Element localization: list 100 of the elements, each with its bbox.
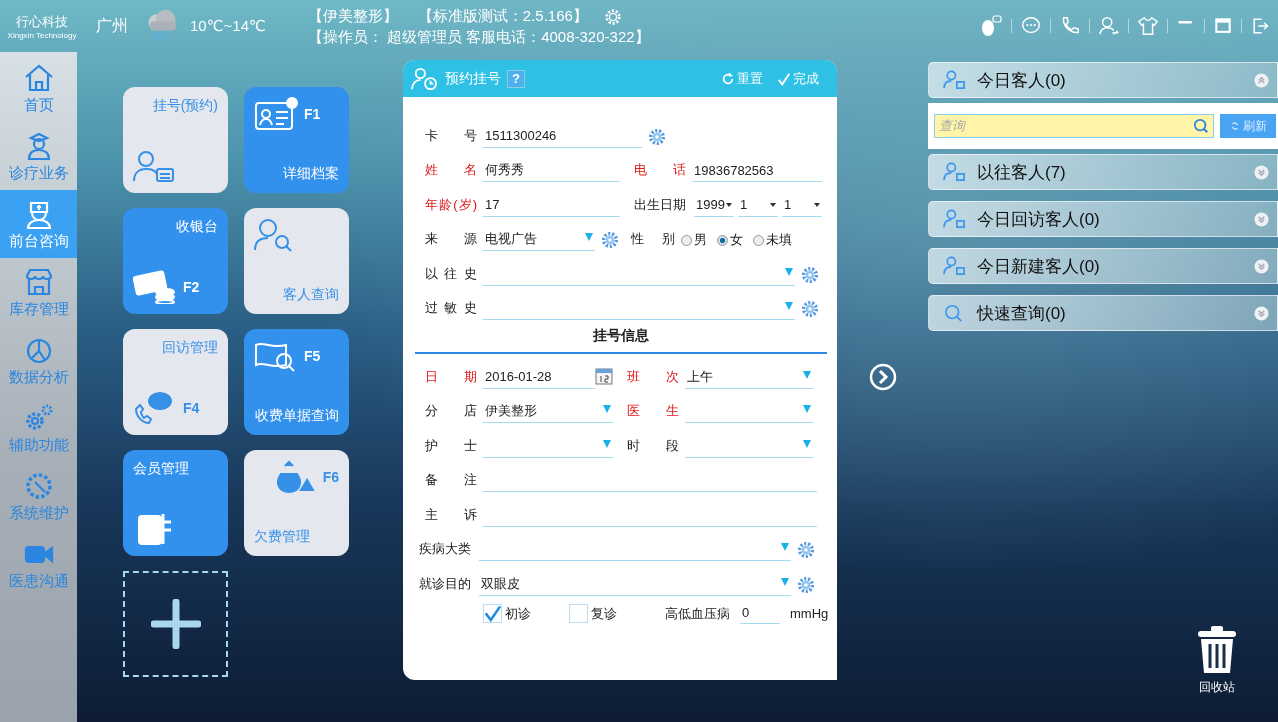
field-label: 疾病大类 xyxy=(419,540,472,558)
version-label: 【标准版测试：2.5.166】 xyxy=(417,7,588,26)
operator-label: 【操作员： 超级管理员 客服电话：4008-320-322】 xyxy=(307,28,650,47)
gender-radio[interactable]: 未填 xyxy=(753,231,792,251)
purpose-dropdown[interactable]: 双眼皮 xyxy=(479,574,791,596)
temperature-label: 10℃~14℃ xyxy=(190,17,266,35)
caret-icon xyxy=(770,202,776,207)
unit-label: mmHg xyxy=(790,606,829,621)
input-field[interactable]: 17 xyxy=(483,195,620,217)
disease-category-dropdown[interactable] xyxy=(479,540,791,561)
field-label: 医 生 xyxy=(627,402,679,420)
user-sync-icon[interactable] xyxy=(1098,15,1120,37)
blood-pressure-field[interactable]: 0 xyxy=(740,603,780,624)
chevron-icon xyxy=(1254,164,1269,180)
caret-icon xyxy=(785,302,793,310)
check-icon xyxy=(484,605,501,623)
caret-icon xyxy=(603,439,611,448)
refresh-icon xyxy=(721,71,735,86)
maximize-icon[interactable] xyxy=(1213,16,1233,36)
field-label: 卡 号 xyxy=(425,126,477,145)
form-title: 预约挂号 xyxy=(445,69,501,88)
month-dropdown[interactable]: 1 xyxy=(738,195,778,217)
tile-icon xyxy=(133,270,177,304)
field-label: 姓 名 xyxy=(425,161,477,179)
shirt-icon[interactable] xyxy=(1137,15,1159,37)
visit-type-checkbox[interactable]: 复诊 xyxy=(569,604,617,623)
field-label: 性 别 xyxy=(631,230,675,248)
penguin-chat-icon[interactable] xyxy=(979,14,1003,38)
field-label: 年龄(岁) xyxy=(425,195,477,214)
chevron-icon xyxy=(1254,258,1269,274)
caret-icon xyxy=(803,439,811,448)
field-label: 主 诉 xyxy=(425,505,477,524)
user-icon xyxy=(943,70,967,90)
section-title: 挂号信息 xyxy=(415,320,827,354)
exit-icon[interactable] xyxy=(1250,16,1270,36)
caret-icon xyxy=(814,202,820,207)
field-label: 高低血压病 xyxy=(665,604,730,623)
settings-icon[interactable] xyxy=(601,231,619,249)
search-icon[interactable] xyxy=(1193,118,1209,134)
settings-icon[interactable] xyxy=(648,127,666,146)
field-label: 电 话 xyxy=(634,161,686,179)
shift-dropdown[interactable]: 上午 xyxy=(685,367,813,389)
visit-type-checkbox[interactable]: 初诊 xyxy=(483,604,531,623)
check-icon xyxy=(777,71,791,86)
city-label: 广州 xyxy=(96,15,128,36)
user-icon xyxy=(943,209,967,229)
caret-icon xyxy=(785,267,793,276)
branch-dropdown[interactable]: 伊美整形 xyxy=(483,402,613,423)
user-icon xyxy=(943,162,967,182)
settings-icon[interactable] xyxy=(603,7,622,26)
caret-icon xyxy=(585,233,593,241)
caret-icon xyxy=(781,577,789,586)
field-label: 以 往 史 xyxy=(425,264,477,283)
customer-section-header[interactable]: 以往客人(7) xyxy=(928,154,1278,190)
customer-section-header[interactable]: 快速查询(0) xyxy=(928,295,1278,331)
source-dropdown[interactable]: 电视广告 xyxy=(483,230,595,251)
field-label: 分 店 xyxy=(425,402,477,420)
chevron-icon xyxy=(1254,211,1269,227)
customer-section-header[interactable]: 今日客人(0) xyxy=(928,62,1278,98)
tile-icon xyxy=(254,97,298,131)
user-icon xyxy=(943,256,967,276)
tile-icon xyxy=(133,149,177,183)
input-field[interactable]: 何秀秀 xyxy=(483,161,620,182)
input-field[interactable]: 19836782563 xyxy=(692,161,822,182)
trash-label: 回收站 xyxy=(1199,679,1235,696)
clinic-name: 【伊美整形】 xyxy=(307,7,398,26)
allergy-dropdown[interactable] xyxy=(483,299,795,320)
caret-icon xyxy=(803,370,811,379)
doctor-dropdown[interactable] xyxy=(685,402,813,423)
field-label: 过 敏 史 xyxy=(425,299,477,317)
user-clock-icon xyxy=(411,66,439,91)
chevron-icon xyxy=(1254,305,1269,321)
refresh-icon xyxy=(1229,121,1240,131)
gender-radio[interactable]: 女 xyxy=(717,231,743,251)
field-label: 时 段 xyxy=(627,436,679,455)
field-label: 班 次 xyxy=(627,367,679,386)
gender-radio[interactable]: 男 xyxy=(681,231,707,251)
year-dropdown[interactable]: 1999 xyxy=(694,195,734,217)
settings-icon[interactable] xyxy=(801,300,819,318)
field-label: 来 源 xyxy=(425,230,477,248)
settings-icon[interactable] xyxy=(801,265,819,284)
field-label: 护 士 xyxy=(425,436,477,455)
customer-section-header[interactable]: 今日新建客人(0) xyxy=(928,248,1278,284)
calendar-icon[interactable] xyxy=(595,366,613,385)
plus-icon xyxy=(150,599,201,649)
settings-icon[interactable] xyxy=(797,541,815,559)
input-field[interactable]: 1511300246 xyxy=(483,126,642,148)
customer-section-header[interactable]: 今日回访客人(0) xyxy=(928,201,1278,237)
field-label: 备 注 xyxy=(425,471,477,489)
caret-icon xyxy=(726,202,732,207)
field-label: 就诊目的 xyxy=(419,574,472,593)
add-tile-button[interactable] xyxy=(123,571,228,677)
caret-icon xyxy=(803,405,811,413)
settings-icon[interactable] xyxy=(797,575,815,594)
day-dropdown[interactable]: 1 xyxy=(782,195,822,217)
caret-icon xyxy=(781,543,789,551)
field-label: 出生日期 xyxy=(634,195,687,214)
chevron-icon xyxy=(1254,72,1269,88)
field-label: 日 期 xyxy=(425,367,477,386)
caret-icon xyxy=(603,405,611,413)
